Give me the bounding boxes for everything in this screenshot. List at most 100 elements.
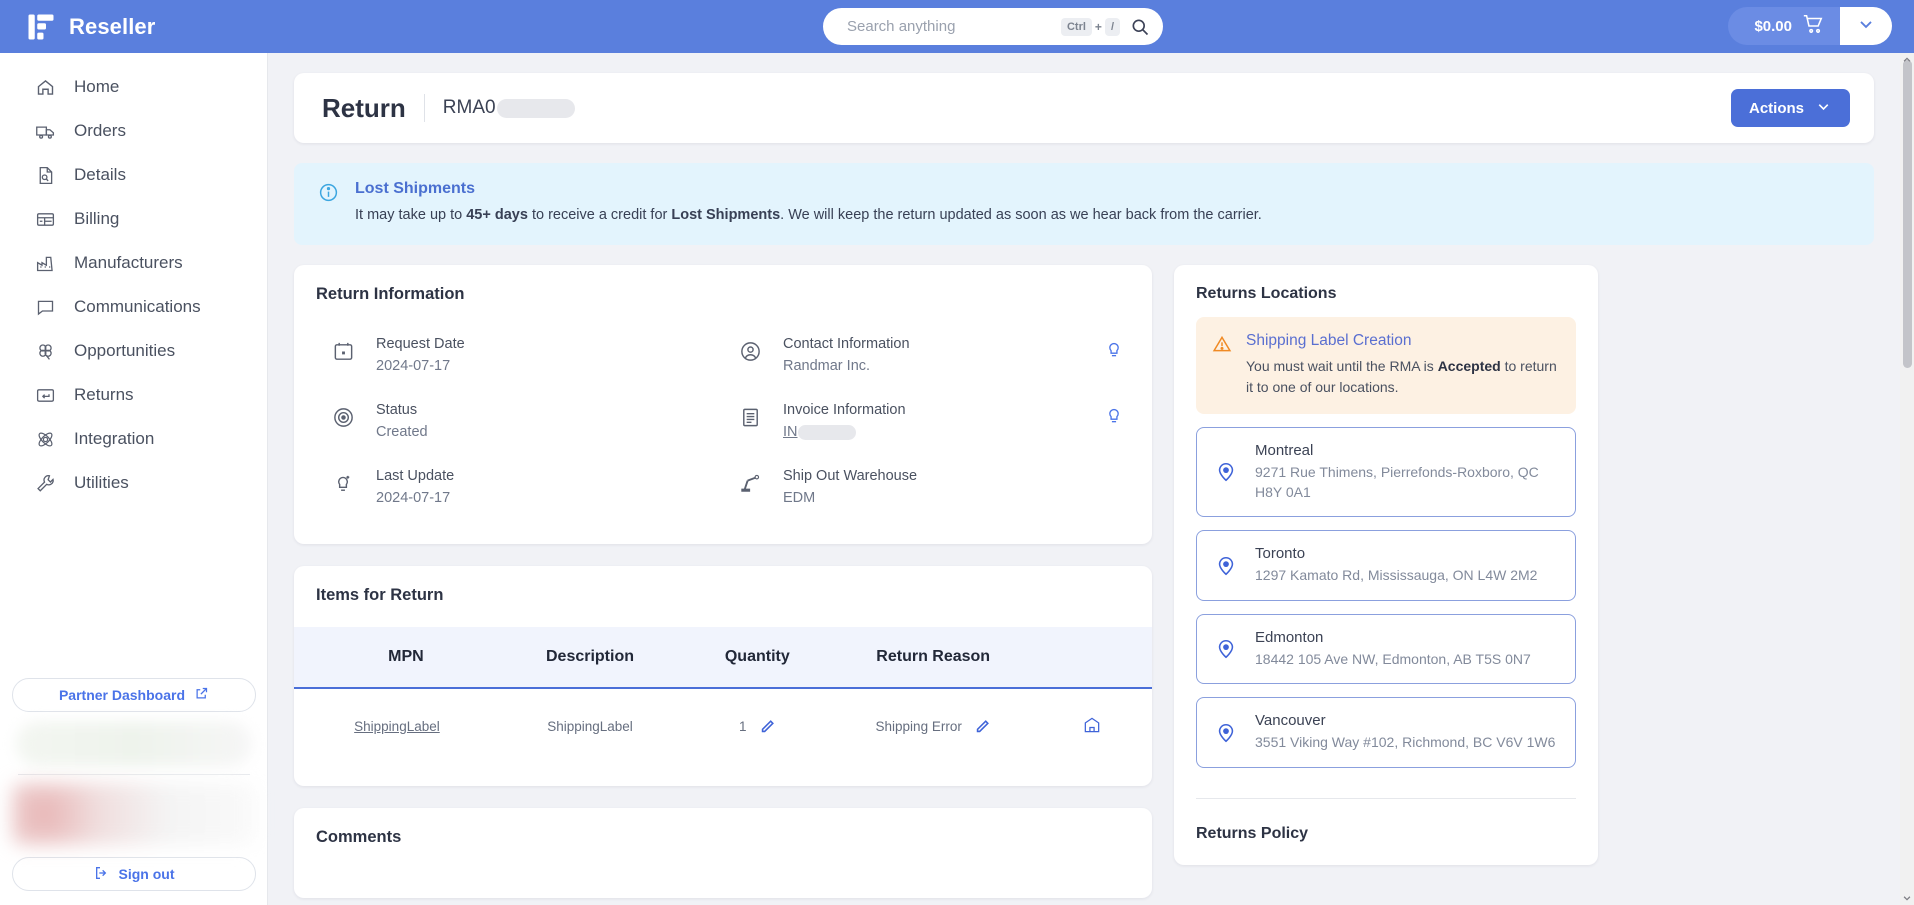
sidebar-item-returns[interactable]: Returns <box>0 373 267 417</box>
info-last-update: Last Update 2024-07-17 <box>316 454 723 520</box>
warning-triangle-icon <box>1212 334 1232 398</box>
sidebar-item-details[interactable]: Details <box>0 153 267 197</box>
rail-divider <box>1196 797 1576 799</box>
alert-title: Lost Shipments <box>355 180 476 197</box>
scrollbar-thumb[interactable] <box>1903 60 1912 368</box>
returns-policy-title: Returns Policy <box>1196 824 1309 842</box>
wrench-icon <box>34 472 56 494</box>
warning-bold-accepted: Accepted <box>1437 358 1501 375</box>
location-city: Montreal <box>1255 442 1314 460</box>
warning-body-part1: You must wait until the RMA is <box>1246 358 1438 375</box>
sidebar-item-label: Home <box>74 77 120 96</box>
actions-button[interactable]: Actions <box>1730 89 1850 127</box>
warehouse-store-icon[interactable] <box>1082 717 1102 738</box>
alert-body-part1: It may take up to <box>355 207 467 223</box>
shipping-label-warning: Shipping Label Creation You must wait un… <box>1196 317 1576 415</box>
info-label: Request Date <box>376 336 465 353</box>
scroll-up-button[interactable] <box>1900 53 1914 67</box>
invoice-redacted-block <box>797 424 856 440</box>
sidebar-item-utilities[interactable]: Utilities <box>0 461 267 505</box>
search-icon[interactable] <box>1130 17 1150 37</box>
kbd-ctrl: Ctrl <box>1060 17 1092 36</box>
info-label: Last Update <box>376 468 455 485</box>
cart-group: $0.00 <box>1728 7 1892 45</box>
map-pin-icon <box>1215 461 1237 483</box>
rma-redacted-block <box>496 98 575 118</box>
cart-icon <box>1802 13 1824 39</box>
partner-dashboard-button[interactable]: Partner Dashboard <box>12 678 256 712</box>
cell-mpn: ShippingLabel <box>294 688 500 764</box>
info-request-date: Request Date 2024-07-17 <box>316 322 723 388</box>
location-vancouver[interactable]: Vancouver 3551 Viking Way #102, Richmond… <box>1196 697 1576 768</box>
cart-button[interactable]: $0.00 <box>1728 7 1840 45</box>
sidebar-item-label: Integration <box>74 429 155 448</box>
cell-quantity: 1 <box>680 688 834 764</box>
sidebar-item-communications[interactable]: Communications <box>0 285 267 329</box>
sidebar-footer: Partner Dashboard Sign out <box>0 678 268 905</box>
actions-label: Actions <box>1748 99 1804 117</box>
top-bar: Reseller Ctrl + / $0.00 <box>0 0 1914 53</box>
brand-name: Reseller <box>69 13 156 39</box>
cart-dropdown-button[interactable] <box>1840 7 1892 45</box>
hint-bulb-icon[interactable] <box>1104 404 1124 426</box>
home-icon <box>34 76 56 98</box>
location-edmonton[interactable]: Edmonton 18442 105 Ave NW, Edmonton, AB … <box>1196 613 1576 685</box>
info-value: EDM <box>783 490 816 507</box>
reseller-logo-icon <box>26 12 56 42</box>
hint-bulb-icon[interactable] <box>1104 338 1124 360</box>
sidebar-item-home[interactable]: Home <box>0 65 267 109</box>
returns-locations-card: Returns Locations Shipping Label Creatio… <box>1174 265 1598 865</box>
info-value: 2024-07-17 <box>376 490 451 507</box>
sidebar-item-billing[interactable]: Billing <box>0 197 267 241</box>
external-link-icon <box>194 686 209 704</box>
info-value: 2024-07-17 <box>376 358 451 375</box>
user-circle-icon <box>739 340 763 364</box>
return-information-grid: Request Date 2024-07-17 Contact Informat… <box>294 304 1152 544</box>
scroll-down-button[interactable] <box>1900 891 1914 905</box>
map-pin-icon <box>1215 722 1237 744</box>
sign-out-label: Sign out <box>118 866 175 882</box>
mpn-link[interactable]: ShippingLabel <box>354 719 440 734</box>
location-montreal[interactable]: Montreal 9271 Rue Thimens, Pierrefonds-R… <box>1196 427 1576 518</box>
location-city: Vancouver <box>1255 712 1326 730</box>
items-for-return-card: Items for Return MPN Description Quantit… <box>294 566 1152 787</box>
redacted-user-block <box>12 783 256 845</box>
returns-locations-title: Returns Locations <box>1196 285 1337 303</box>
edit-return-reason-pencil-icon[interactable] <box>974 718 991 735</box>
alert-body: It may take up to 45+ days to receive a … <box>355 205 1262 226</box>
sign-out-button[interactable]: Sign out <box>12 857 256 891</box>
return-information-title: Return Information <box>316 285 465 304</box>
cell-description: ShippingLabel <box>547 719 633 735</box>
info-label: Ship Out Warehouse <box>783 468 918 485</box>
sidebar-divider <box>18 774 250 775</box>
info-contact-information: Contact Information Randmar Inc. <box>723 322 1130 388</box>
kbd-slash: / <box>1104 17 1120 36</box>
location-toronto[interactable]: Toronto 1297 Kamato Rd, Mississauga, ON … <box>1196 530 1576 601</box>
page-title-row: Return RMA0 <box>322 93 575 124</box>
info-label: Contact Information <box>783 336 910 353</box>
location-address: 3551 Viking Way #102, Richmond, BC V6V 1… <box>1255 734 1556 751</box>
factory-icon <box>34 252 56 274</box>
col-description: Description <box>499 627 681 690</box>
sidebar-item-manufacturers[interactable]: Manufacturers <box>0 241 267 285</box>
alert-body-part2: to receive a credit for <box>527 207 672 223</box>
map-pin-icon <box>1215 638 1237 660</box>
alert-body-part3: . We will keep the return updated as soo… <box>780 207 1262 223</box>
return-information-card: Return Information Request Date 2024-07-… <box>294 265 1152 545</box>
sidebar-item-integration[interactable]: Integration <box>0 417 267 461</box>
cell-row-actions <box>1032 688 1152 764</box>
invoice-number-prefix: IN <box>783 424 798 441</box>
info-value[interactable]: IN <box>783 424 906 440</box>
truck-icon <box>34 120 56 142</box>
search-input[interactable] <box>847 18 1061 35</box>
sidebar-item-label: Returns <box>74 385 134 404</box>
search-bar[interactable]: Ctrl + / <box>823 8 1163 45</box>
return-arrow-icon <box>34 384 56 406</box>
sidebar-item-orders[interactable]: Orders <box>0 109 267 153</box>
sidebar-item-label: Details <box>74 165 126 184</box>
edit-quantity-pencil-icon[interactable] <box>759 718 776 735</box>
lost-shipments-alert: Lost Shipments It may take up to 45+ day… <box>294 163 1874 246</box>
brand[interactable]: Reseller <box>26 12 256 42</box>
target-icon <box>332 406 356 430</box>
sidebar-item-opportunities[interactable]: Opportunities <box>0 329 267 373</box>
